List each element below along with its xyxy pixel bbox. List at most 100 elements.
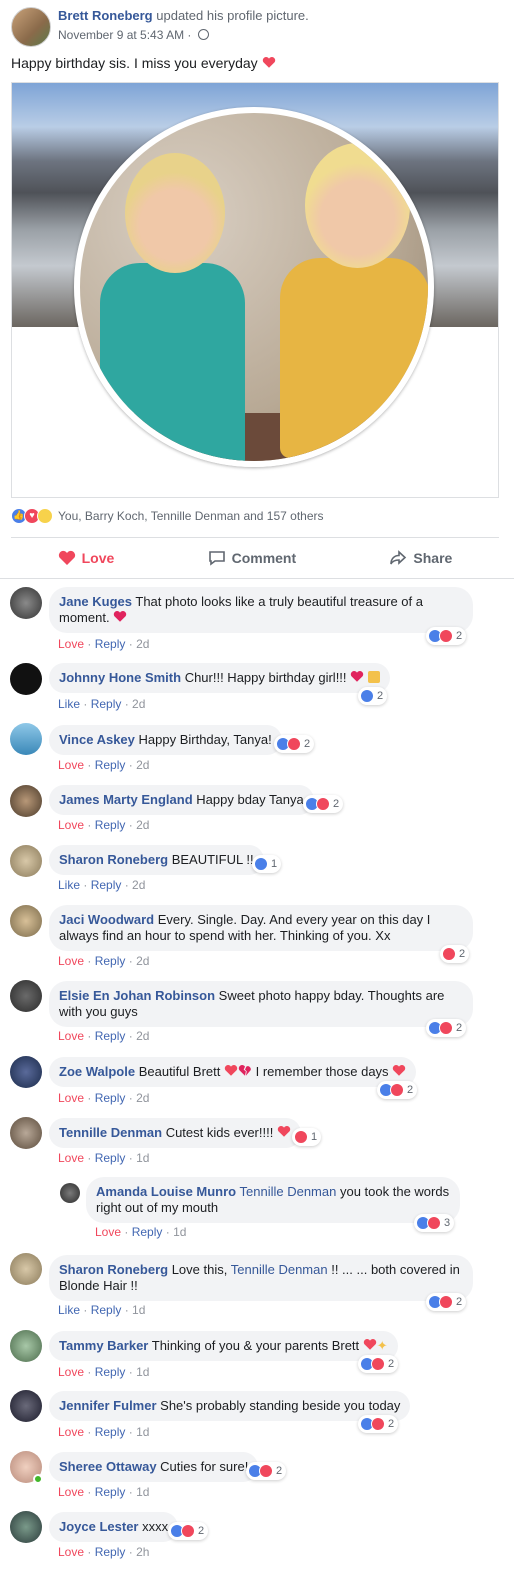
comment-time[interactable]: 1d [136,1151,149,1165]
reply-link[interactable]: Reply [95,1485,126,1499]
reply-link[interactable]: Reply [95,1151,126,1165]
reply-link[interactable]: Reply [95,954,126,968]
comment-reactions[interactable]: 2 [168,1522,209,1540]
love-button[interactable]: Love [58,550,114,566]
reply-link[interactable]: Reply [95,818,126,832]
love-link[interactable]: Love [58,818,84,832]
love-link[interactable]: Love [58,954,84,968]
like-link[interactable]: Like [58,878,80,892]
comment-button[interactable]: Comment [208,550,296,566]
comment-reactions[interactable]: 2 [426,1293,467,1311]
reply-link[interactable]: Reply [95,637,126,651]
reply-link[interactable]: Reply [95,1425,126,1439]
author-avatar[interactable] [11,7,51,47]
comment-reactions[interactable]: 2 [377,1081,418,1099]
commenter-name[interactable]: Tennille Denman [59,1125,162,1140]
comment-time[interactable]: 2d [136,1091,149,1105]
share-button[interactable]: Share [389,550,452,566]
commenter-name[interactable]: Sheree Ottaway [59,1459,157,1474]
comment-time[interactable]: 2d [136,758,149,772]
comment-reactions[interactable]: 2 [358,687,388,705]
love-link[interactable]: Love [95,1225,121,1239]
love-link[interactable]: Love [58,1365,84,1379]
reply-link[interactable]: Reply [132,1225,163,1239]
profile-picture-post[interactable] [11,82,499,498]
reply-link[interactable]: Reply [95,1091,126,1105]
comment-reactions[interactable]: 2 [246,1462,287,1480]
reply-link[interactable]: Reply [95,1365,126,1379]
commenter-name[interactable]: James Marty England [59,792,193,807]
reply-link[interactable]: Reply [95,1545,126,1559]
love-link[interactable]: Love [58,637,84,651]
commenter-name[interactable]: Johnny Hone Smith [59,670,181,685]
comment-reactions[interactable]: 2 [426,1019,467,1037]
comment-reactions[interactable]: 1 [292,1128,322,1146]
commenter-name[interactable]: Jennifer Fulmer [59,1398,157,1413]
commenter-avatar[interactable] [10,587,42,619]
comment-time[interactable]: 2d [132,697,145,711]
love-link[interactable]: Love [58,1425,84,1439]
commenter-avatar[interactable] [10,663,42,695]
comment-reactions[interactable]: 2 [358,1355,399,1373]
mention-link[interactable]: Tennille Denman [240,1184,337,1199]
comment-time[interactable]: 2d [136,818,149,832]
comment-time[interactable]: 1d [173,1225,186,1239]
commenter-name[interactable]: Amanda Louise Munro [96,1184,236,1199]
comment-time[interactable]: 2d [136,637,149,651]
love-link[interactable]: Love [58,1545,84,1559]
reply-link[interactable]: Reply [91,697,122,711]
reply-link[interactable]: Reply [91,878,122,892]
commenter-avatar[interactable] [10,1253,42,1285]
love-link[interactable]: Love [58,1485,84,1499]
comment-reactions[interactable]: 1 [252,855,282,873]
commenter-avatar[interactable] [10,1056,42,1088]
comment-time[interactable]: 2d [136,954,149,968]
comment-reactions[interactable]: 2 [303,795,344,813]
commenter-name[interactable]: Jaci Woodward [59,912,154,927]
commenter-avatar[interactable] [10,1117,42,1149]
commenter-name[interactable]: Sharon Roneberg [59,852,168,867]
reply-link[interactable]: Reply [95,1029,126,1043]
commenter-avatar[interactable] [10,905,42,937]
comment-time[interactable]: 1d [132,1303,145,1317]
post-timestamp[interactable]: November 9 at 5:43 AM · [58,28,209,42]
comment-reactions[interactable]: 2 [358,1415,399,1433]
comment-time[interactable]: 2d [132,878,145,892]
commenter-avatar[interactable] [10,723,42,755]
commenter-avatar[interactable] [60,1183,80,1203]
comment-reactions[interactable]: 2 [426,627,467,645]
like-link[interactable]: Like [58,1303,80,1317]
comment-reactions[interactable]: 2 [274,735,315,753]
commenter-avatar[interactable] [10,845,42,877]
commenter-avatar[interactable] [10,980,42,1012]
comment-time[interactable]: 1d [136,1425,149,1439]
love-link[interactable]: Love [58,1151,84,1165]
comment-reactions[interactable]: 3 [414,1214,455,1232]
author-name[interactable]: Brett Roneberg [58,8,153,23]
comment-time[interactable]: 1d [136,1365,149,1379]
commenter-name[interactable]: Sharon Roneberg [59,1262,168,1277]
like-link[interactable]: Like [58,697,80,711]
comment-time[interactable]: 1d [136,1485,149,1499]
commenter-name[interactable]: Jane Kuges [59,594,132,609]
comment-time[interactable]: 2h [136,1545,149,1559]
comment-time[interactable]: 2d [136,1029,149,1043]
commenter-name[interactable]: Zoe Walpole [59,1064,135,1079]
reply-link[interactable]: Reply [95,758,126,772]
mention-link[interactable]: Tennille Denman [231,1262,328,1277]
love-link[interactable]: Love [58,1091,84,1105]
profile-photo[interactable] [74,107,434,467]
commenter-avatar[interactable] [10,785,42,817]
commenter-name[interactable]: Tammy Barker [59,1338,148,1353]
reply-link[interactable]: Reply [91,1303,122,1317]
commenter-avatar[interactable] [10,1511,42,1543]
love-link[interactable]: Love [58,758,84,772]
commenter-avatar[interactable] [10,1390,42,1422]
reactions-summary[interactable]: 👍 ♥ You, Barry Koch, Tennille Denman and… [11,508,324,524]
commenter-name[interactable]: Elsie En Johan Robinson [59,988,215,1003]
comment-reactions[interactable]: 2 [440,945,470,963]
commenter-avatar[interactable] [10,1330,42,1362]
love-link[interactable]: Love [58,1029,84,1043]
commenter-name[interactable]: Joyce Lester [59,1519,139,1534]
commenter-name[interactable]: Vince Askey [59,732,135,747]
